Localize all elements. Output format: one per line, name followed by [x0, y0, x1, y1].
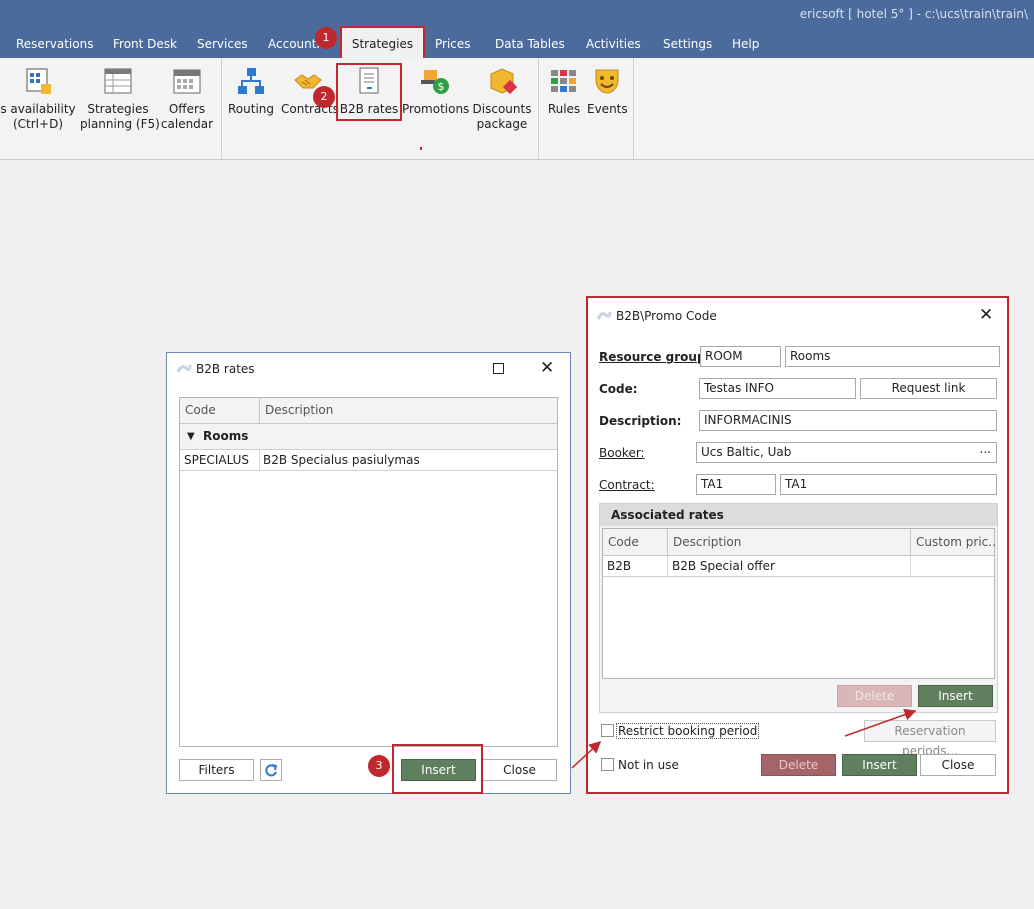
tab-activities[interactable]: Activities [586, 37, 641, 51]
highlight-strategies-tab [340, 26, 425, 60]
close-icon[interactable]: ✕ [540, 360, 554, 377]
booker-more-button[interactable]: ... [980, 443, 991, 459]
promotions-dollar-icon: $ [420, 66, 450, 96]
strategies-planning-label-2: planning (F5) [80, 117, 160, 131]
events-button[interactable]: Events [587, 66, 628, 117]
code-field[interactable]: Testas INFO [699, 378, 856, 399]
tab-data-tables[interactable]: Data Tables [495, 37, 565, 51]
ribbon-separator [538, 58, 539, 159]
tab-help[interactable]: Help [732, 37, 759, 51]
app-title: ericsoft [ hotel 5° ] - c:\ucs\train\tra… [799, 7, 1028, 21]
contract-code-field[interactable]: TA1 [696, 474, 776, 495]
contract-label: Contract: [599, 478, 655, 492]
rate-custom-price[interactable] [911, 556, 995, 576]
events-label: Events [587, 102, 628, 116]
request-link-button[interactable]: Request link [860, 378, 997, 399]
promotions-button[interactable]: $ Promotions [402, 66, 470, 117]
offers-calendar-label-2: calendar [160, 117, 214, 131]
highlight-insert-button [392, 744, 483, 794]
step-badge-2: 2 [313, 86, 335, 108]
app-logo-icon [176, 362, 192, 379]
app-logo-icon [596, 309, 612, 326]
routing-hierarchy-icon [236, 66, 266, 96]
planning-table-icon [103, 66, 133, 96]
maximize-icon[interactable] [493, 363, 504, 374]
table-row[interactable]: SPECIALUS B2B Specialus pasiulymas [180, 450, 557, 471]
ribbon-group-marker [420, 147, 422, 150]
offers-calendar-label-1: Offers [168, 102, 206, 116]
ribbon: s availability (Ctrl+D) Strategies plann… [0, 58, 1034, 160]
rate-description: B2B Special offer [672, 559, 775, 573]
calendar-icon [172, 66, 202, 96]
booker-field[interactable]: Ucs Baltic, Uab ... [696, 442, 997, 463]
step-badge-3: 3 [368, 755, 390, 777]
availability-button[interactable]: s availability (Ctrl+D) [0, 66, 76, 132]
svg-text:$: $ [438, 80, 445, 93]
ribbon-separator [633, 58, 634, 159]
resource-group-label: Resource group: [599, 350, 711, 364]
description-label: Description: [599, 414, 682, 428]
column-header-code[interactable]: Code [603, 529, 667, 555]
promotions-label: Promotions [402, 102, 470, 116]
close-icon[interactable]: ✕ [979, 307, 993, 324]
associated-rates-grid: Code Description Custom pric... B2B B2B … [602, 528, 995, 679]
column-header-custom-price[interactable]: Custom pric... [911, 529, 995, 555]
booker-label: Booker: [599, 446, 645, 460]
tab-services[interactable]: Services [197, 37, 248, 51]
refresh-icon [265, 764, 278, 777]
b2b-close-button[interactable]: Close [482, 759, 557, 781]
annotation-arrows [571, 708, 917, 769]
ribbon-separator [221, 58, 222, 159]
column-header-description[interactable]: Description [260, 398, 550, 423]
discounts-package-button[interactable]: Discounts package [472, 66, 532, 132]
events-mask-icon [592, 66, 622, 96]
code-label: Code: [599, 382, 638, 396]
resource-group-code-field[interactable]: ROOM [700, 346, 781, 367]
grid-header: Code Description [180, 398, 557, 424]
package-tag-icon [487, 66, 518, 96]
tab-front-desk[interactable]: Front Desk [113, 37, 177, 51]
discounts-package-label-2: package [476, 117, 528, 131]
rules-button[interactable]: Rules [545, 66, 583, 117]
rules-label: Rules [547, 102, 581, 116]
resource-group-name-field[interactable]: Rooms [785, 346, 1000, 367]
grid-header: Code Description Custom pric... [603, 529, 995, 556]
table-row[interactable]: B2B B2B Special offer [603, 556, 994, 577]
highlight-b2b-rates-button [336, 63, 402, 121]
column-header-code[interactable]: Code [180, 398, 259, 423]
arrow-to-rates-insert [844, 708, 917, 737]
availability-grid-icon [23, 66, 53, 96]
booker-value: Ucs Baltic, Uab [701, 445, 792, 459]
availability-label-1: s availability [0, 102, 76, 116]
rate-code: B2B [607, 559, 632, 573]
routing-button[interactable]: Routing [228, 66, 274, 117]
refresh-button[interactable] [260, 759, 282, 781]
tab-reservations[interactable]: Reservations [16, 37, 93, 51]
contract-name-field[interactable]: TA1 [780, 474, 997, 495]
tab-settings[interactable]: Settings [663, 37, 712, 51]
b2b-rates-grid: Code Description ▼ Rooms SPECIALUS B2B S… [179, 397, 558, 747]
tab-prices[interactable]: Prices [435, 37, 471, 51]
b2b-rates-window-title: B2B rates [196, 362, 255, 376]
promo-window-title: B2B\Promo Code [616, 309, 717, 323]
arrow-to-restrict-checkbox [571, 740, 602, 769]
strategies-planning-label-1: Strategies [87, 102, 149, 116]
group-label: Rooms [203, 429, 249, 443]
routing-label: Routing [228, 102, 275, 116]
group-row-rooms[interactable]: ▼ Rooms [180, 424, 557, 450]
discounts-package-label-1: Discounts [472, 102, 532, 116]
availability-label-2: (Ctrl+D) [12, 117, 63, 131]
filters-button[interactable]: Filters [179, 759, 254, 781]
description-field[interactable]: INFORMACINIS [699, 410, 997, 431]
step-badge-1: 1 [315, 27, 337, 49]
offers-calendar-button[interactable]: Offers calendar [160, 66, 214, 132]
strategies-planning-button[interactable]: Strategies planning (F5) [80, 66, 160, 132]
column-header-description[interactable]: Description [668, 529, 910, 555]
associated-rates-label: Associated rates [611, 508, 724, 522]
chevron-down-icon[interactable]: ▼ [187, 424, 195, 449]
rules-blocks-icon [549, 66, 579, 96]
row-description: B2B Specialus pasiulymas [263, 453, 420, 467]
row-code: SPECIALUS [184, 453, 250, 467]
